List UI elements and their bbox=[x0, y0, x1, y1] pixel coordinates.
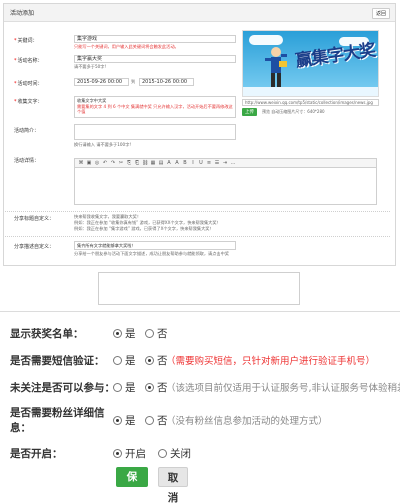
promo-image: 赢集字大奖 bbox=[242, 30, 379, 97]
divider bbox=[5, 236, 390, 237]
underline-icon[interactable]: U bbox=[198, 160, 204, 166]
show-winners-label: 显示获奖名单： bbox=[10, 328, 84, 340]
share-title-line-1: 快来帮我收集文字，我要赢取大奖！ bbox=[74, 214, 142, 219]
picture-icon[interactable]: ▦ bbox=[150, 160, 156, 166]
cancel-button[interactable]: 取消 bbox=[158, 467, 188, 503]
sms-verify-hint: （需要购买短信，只针对新用户进行验证手机号） bbox=[166, 356, 376, 367]
redo-icon[interactable]: ↷ bbox=[110, 160, 116, 166]
radio-dot bbox=[113, 383, 122, 392]
unfollowed-yes-radio[interactable]: 是 bbox=[113, 380, 136, 395]
share-desc-label: 分享描述自定义： bbox=[14, 244, 55, 250]
save-icon[interactable]: ▣ bbox=[86, 160, 92, 166]
divider bbox=[5, 211, 390, 212]
radio-dot bbox=[113, 329, 122, 338]
radio-dot bbox=[113, 356, 122, 365]
upload-note: 预览 自动压缩图片尺寸：640*280 bbox=[262, 109, 325, 114]
upload-button[interactable]: 上传 bbox=[242, 108, 257, 116]
font-icon[interactable]: A bbox=[166, 160, 172, 166]
more-icon[interactable]: … bbox=[230, 160, 236, 166]
radio-dot bbox=[145, 416, 154, 425]
align-icon[interactable]: ≡ bbox=[206, 160, 212, 166]
intro-note: 换行请输入 请不要多于100字! bbox=[74, 142, 132, 147]
sms-verify-label: 是否需要短信验证： bbox=[10, 355, 105, 367]
name-input[interactable]: 集字赢大奖 bbox=[74, 55, 236, 63]
fan-info-yes-radio[interactable]: 是 bbox=[113, 413, 136, 428]
share-desc-note: 分享给一个朋友参与活动下面文字描述，成功让朋友帮助参与就能领取，请点击中奖 bbox=[74, 251, 229, 256]
cartoon-person-icon bbox=[265, 47, 287, 87]
radio-dot bbox=[145, 383, 154, 392]
collect-label: *收集文字： bbox=[14, 99, 43, 105]
fan-info-no-radio[interactable]: 否 bbox=[145, 413, 168, 428]
fan-info-label: 是否需要粉丝详细信息： bbox=[10, 407, 105, 434]
preview-icon[interactable]: ◎ bbox=[94, 160, 100, 166]
cloud-shape bbox=[249, 35, 283, 45]
fan-info-hint: （没有粉丝信息参加活动的处理方式） bbox=[166, 416, 328, 427]
keyword-label: *关键词： bbox=[14, 38, 38, 44]
time-label: *活动时间： bbox=[14, 81, 43, 87]
unfollowed-no-radio[interactable]: 否 bbox=[145, 380, 168, 395]
list-icon[interactable]: ☰ bbox=[214, 160, 220, 166]
radio-dot bbox=[113, 416, 122, 425]
share-title-line-2: 例如：我正在参加 “收集你真有钱” 游戏，已获得XX个文字，快来帮我集大奖！ bbox=[74, 220, 221, 225]
unfollowed-hint: （该选项目前仅适用于认证服务号,非认证服务号体验稍差） bbox=[166, 383, 400, 394]
sms-verify-yes-radio[interactable]: 是 bbox=[113, 353, 136, 368]
image-url-input[interactable]: http://www.weixin.qq.com/tp5/static/coll… bbox=[242, 99, 379, 106]
intro-textarea[interactable] bbox=[74, 124, 236, 140]
link-icon[interactable]: ⛓ bbox=[142, 160, 148, 166]
detail-editor[interactable] bbox=[74, 167, 377, 205]
promo-title: 赢集字大奖 bbox=[294, 40, 377, 72]
show-winners-no-radio[interactable]: 否 bbox=[145, 326, 168, 341]
time-separator: 到 bbox=[131, 79, 136, 84]
collect-textarea[interactable]: 收集文字中大奖 需要集的文字 4 到 6 个中文 集满就中奖 只允许输入汉字，活… bbox=[74, 96, 236, 118]
copy-icon[interactable]: ⎘ bbox=[126, 160, 132, 166]
bold-icon[interactable]: B bbox=[182, 160, 188, 166]
share-desc-input[interactable]: 集齐所有文字就能够拿大奖啦！ bbox=[74, 241, 236, 250]
cut-icon[interactable]: ✂ bbox=[118, 160, 124, 166]
size-icon[interactable]: A bbox=[174, 160, 180, 166]
collect-note: 需要集的文字 4 到 6 个中文 集满就中奖 只允许输入汉字，活动开始后不要再修… bbox=[77, 103, 233, 115]
share-title-line-3: 例如：我正在参加 “集字游戏” 游戏，已获得了X个文字，快来帮我集大奖！ bbox=[74, 226, 214, 231]
show-winners-yes-radio[interactable]: 是 bbox=[113, 326, 136, 341]
panel-header: 活动添加 返回 bbox=[4, 4, 395, 22]
enabled-on-radio[interactable]: 开启 bbox=[113, 446, 146, 461]
empty-input-box[interactable] bbox=[98, 272, 300, 305]
unfollowed-label: 未关注是否可以参与： bbox=[10, 382, 115, 394]
radio-dot bbox=[113, 449, 122, 458]
enabled-label: 是否开启： bbox=[10, 448, 63, 460]
radio-dot bbox=[145, 329, 154, 338]
undo-icon[interactable]: ↶ bbox=[102, 160, 108, 166]
italic-icon[interactable]: I bbox=[190, 160, 196, 166]
ground-shape bbox=[243, 87, 378, 96]
start-time-input[interactable]: 2015-09-26 00:00 bbox=[74, 78, 129, 86]
editor-toolbar: ⌘ ▣ ◎ ↶ ↷ ✂ ⎘ ⎗ ⛓ ▦ ▤ A A B I U ≡ ☰ ⇥… bbox=[74, 158, 377, 167]
indent-icon[interactable]: ⇥ bbox=[222, 160, 228, 166]
enabled-off-radio[interactable]: 关闭 bbox=[158, 446, 191, 461]
sms-verify-no-radio[interactable]: 否 bbox=[145, 353, 168, 368]
radio-dot bbox=[145, 356, 154, 365]
paste-icon[interactable]: ⎗ bbox=[134, 160, 140, 166]
end-time-input[interactable]: 2015-10-26 00:00 bbox=[139, 78, 194, 86]
keyword-note: 只能写一个关键词，用户输入此关键词将会触发此活动。 bbox=[74, 44, 179, 49]
radio-dot bbox=[158, 449, 167, 458]
save-button[interactable]: 保存 bbox=[116, 467, 148, 503]
table-icon[interactable]: ▤ bbox=[158, 160, 164, 166]
detail-label: 活动详情： bbox=[14, 158, 40, 164]
panel-title: 活动添加 bbox=[10, 10, 35, 17]
source-icon[interactable]: ⌘ bbox=[78, 160, 84, 166]
name-label: *活动名称： bbox=[14, 58, 43, 64]
back-button[interactable]: 返回 bbox=[371, 8, 390, 19]
name-note: 请不要多于50字! bbox=[74, 64, 107, 69]
share-title-label: 分享标题自定义： bbox=[14, 216, 55, 222]
intro-label: 活动简介： bbox=[14, 128, 40, 134]
keyword-input[interactable]: 集字游戏 bbox=[74, 35, 236, 43]
